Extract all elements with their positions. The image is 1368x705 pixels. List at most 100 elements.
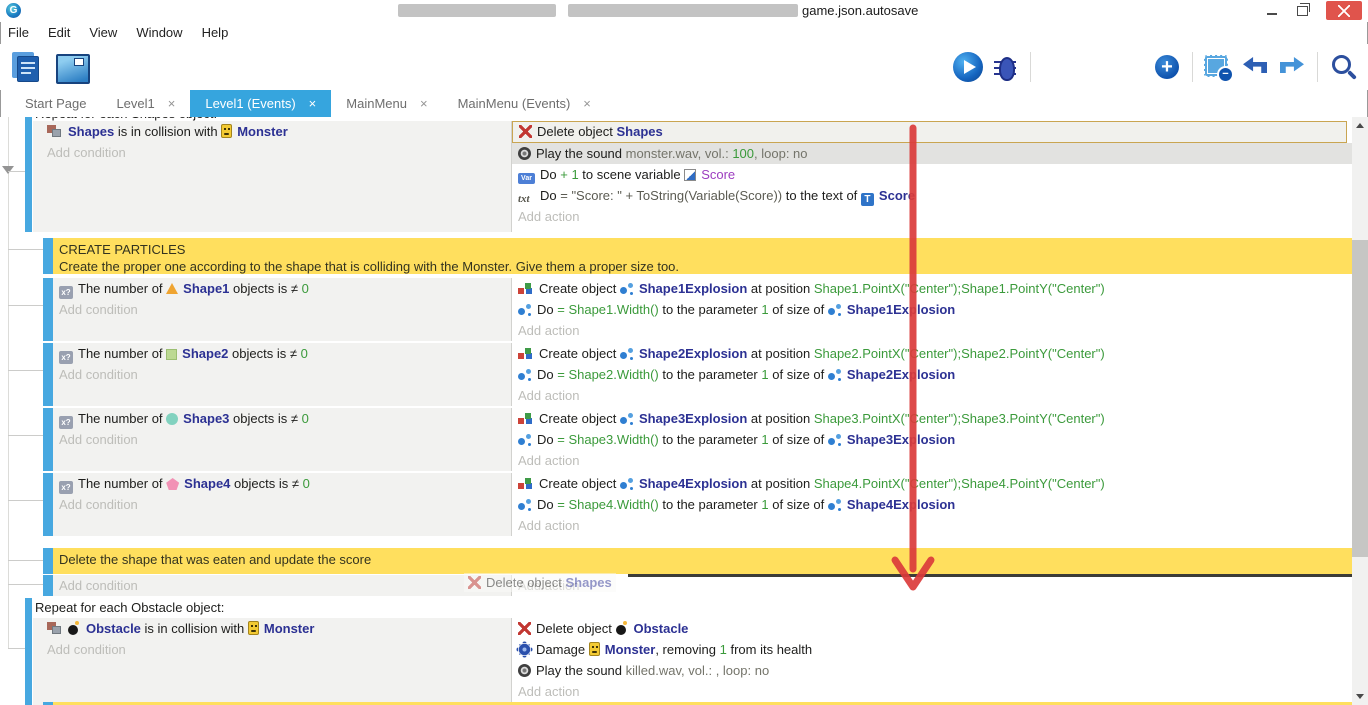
condition-row[interactable]: The number of Shape2 objects is ≠ 0: [53, 343, 511, 364]
action-row[interactable]: Play the sound monster.wav, vol.: 100, l…: [512, 143, 1352, 164]
scroll-up-arrow[interactable]: [1352, 117, 1368, 134]
redacted-title-segment: [398, 4, 556, 17]
text-segment: of size of: [769, 302, 828, 317]
condition-row[interactable]: Obstacle is in collision with Monster: [33, 618, 511, 639]
action-row[interactable]: Delete object Shapes: [512, 121, 1347, 143]
add-subevent-icon[interactable]: [1078, 52, 1108, 82]
add-action-button[interactable]: Add action: [512, 515, 1352, 536]
action-row[interactable]: Do = "Score: " + ToString(Variable(Score…: [512, 185, 1352, 206]
menu-view[interactable]: View: [89, 22, 128, 44]
condition-row[interactable]: The number of Shape1 objects is ≠ 0: [53, 278, 511, 299]
scroll-down-arrow[interactable]: [1352, 688, 1368, 705]
action-row[interactable]: Delete object Obstacle: [512, 618, 1352, 639]
scene-window-icon[interactable]: [54, 51, 90, 83]
comment-block[interactable]: Delete the shape that was eaten and upda…: [53, 548, 1352, 574]
monster-icon: [589, 642, 600, 656]
add-condition-button[interactable]: Add condition: [33, 142, 511, 163]
redo-icon[interactable]: [1277, 52, 1307, 82]
event-group-bar[interactable]: [25, 117, 32, 232]
add-condition-button[interactable]: Add condition: [53, 429, 511, 450]
repeat-event-header[interactable]: Repeat for each Obstacle object:: [35, 598, 1336, 618]
vertical-scrollbar[interactable]: [1352, 117, 1368, 705]
action-row[interactable]: Create object Shape3Explosion at positio…: [512, 408, 1352, 429]
particles-icon: [518, 368, 532, 381]
debug-icon[interactable]: [990, 52, 1020, 82]
text-segment: objects is ≠: [229, 281, 301, 296]
scrollbar-thumb[interactable]: [1352, 240, 1368, 557]
event-group-bar[interactable]: [43, 408, 53, 471]
text-segment: Play the sound: [536, 146, 626, 161]
action-row[interactable]: Do = Shape1.Width() to the parameter 1 o…: [512, 299, 1352, 320]
text-segment: Shape4Explosion: [639, 476, 747, 491]
remove-event-icon[interactable]: [1203, 52, 1233, 82]
tab-close-icon[interactable]: ×: [168, 96, 176, 111]
action-row[interactable]: Play the sound killed.wav, vol.: , loop:…: [512, 660, 1352, 681]
maximize-button[interactable]: [1288, 1, 1316, 20]
add-action-button[interactable]: Add action: [512, 385, 1352, 406]
action-row[interactable]: Create object Shape1Explosion at positio…: [512, 278, 1352, 299]
tab-start-page[interactable]: Start Page: [10, 90, 101, 117]
action-row[interactable]: Create object Shape4Explosion at positio…: [512, 473, 1352, 494]
event-group-bar[interactable]: [43, 343, 53, 406]
comment-block[interactable]: CREATE PARTICLESCreate the proper one ac…: [53, 238, 1352, 274]
add-action-button[interactable]: Add action: [512, 450, 1352, 471]
close-button[interactable]: [1326, 1, 1362, 20]
menu-window[interactable]: Window: [136, 22, 193, 44]
action-row[interactable]: Do = Shape4.Width() to the parameter 1 o…: [512, 494, 1352, 515]
condition-row[interactable]: The number of Shape3 objects is ≠ 0: [53, 408, 511, 429]
play-icon[interactable]: [953, 52, 983, 82]
text-segment: Shape1Explosion: [847, 302, 955, 317]
event-group-bar[interactable]: [43, 473, 53, 536]
text-segment: Shape3Explosion: [847, 432, 955, 447]
event-group-bar[interactable]: [25, 598, 32, 705]
add-comment-icon[interactable]: [1115, 52, 1145, 82]
add-condition-button[interactable]: Add condition: [53, 364, 511, 385]
text-segment: Add condition: [59, 578, 138, 593]
text-segment: 0: [301, 346, 308, 361]
text-segment: at position: [747, 346, 814, 361]
condition-row[interactable]: Shapes is in collision with Monster: [33, 121, 511, 142]
text-object-icon: [861, 193, 874, 206]
menu-file[interactable]: File: [8, 22, 40, 44]
event-group-bar[interactable]: [43, 575, 53, 596]
add-plus-icon[interactable]: [1152, 52, 1182, 82]
add-condition-button[interactable]: Add condition: [33, 639, 511, 660]
add-action-button[interactable]: Add action: [512, 681, 1352, 702]
event-group-bar[interactable]: [43, 278, 53, 341]
text-segment: , removing: [655, 642, 719, 657]
add-action-button[interactable]: Add action: [512, 320, 1352, 341]
tab-mainmenu-events-[interactable]: MainMenu (Events)×: [443, 90, 606, 117]
add-event-icon[interactable]: [1041, 52, 1071, 82]
condition-row[interactable]: The number of Shape4 objects is ≠ 0: [53, 473, 511, 494]
add-action-button[interactable]: Add action: [512, 206, 1352, 227]
undo-icon[interactable]: [1240, 52, 1270, 82]
add-condition-button[interactable]: Add condition: [53, 575, 511, 596]
tab-close-icon[interactable]: ×: [309, 96, 317, 111]
action-row[interactable]: Do = Shape2.Width() to the parameter 1 o…: [512, 364, 1352, 385]
action-row[interactable]: Do = Shape3.Width() to the parameter 1 o…: [512, 429, 1352, 450]
event-group-bar[interactable]: [43, 238, 53, 274]
count-icon: [59, 286, 73, 299]
tab-close-icon[interactable]: ×: [583, 96, 591, 111]
tab-level1[interactable]: Level1×: [101, 90, 190, 117]
open-editors-icon[interactable]: [10, 50, 44, 84]
tab-level1-events-[interactable]: Level1 (Events)×: [190, 90, 331, 117]
event-group-bar[interactable]: [43, 548, 53, 574]
action-row[interactable]: Create object Shape2Explosion at positio…: [512, 343, 1352, 364]
action-row[interactable]: Damage Monster, removing 1 from its heal…: [512, 639, 1352, 660]
action-row[interactable]: Do + 1 to scene variable Score: [512, 164, 1352, 185]
search-icon[interactable]: [1328, 52, 1358, 82]
add-condition-button[interactable]: Add condition: [53, 299, 511, 320]
text-segment: to the parameter: [659, 432, 762, 447]
toolbar-separator: [1030, 52, 1031, 82]
collapse-arrow-icon[interactable]: [2, 166, 14, 174]
tab-mainmenu[interactable]: MainMenu×: [331, 90, 442, 117]
menu-edit[interactable]: Edit: [48, 22, 81, 44]
menu-help[interactable]: Help: [202, 22, 240, 44]
text-segment: to the parameter: [659, 302, 762, 317]
tab-close-icon[interactable]: ×: [420, 96, 428, 111]
add-condition-button[interactable]: Add condition: [53, 494, 511, 515]
sound-icon: [518, 147, 531, 160]
minimize-button[interactable]: [1258, 1, 1286, 20]
add-action-button[interactable]: Add action: [512, 575, 1352, 596]
